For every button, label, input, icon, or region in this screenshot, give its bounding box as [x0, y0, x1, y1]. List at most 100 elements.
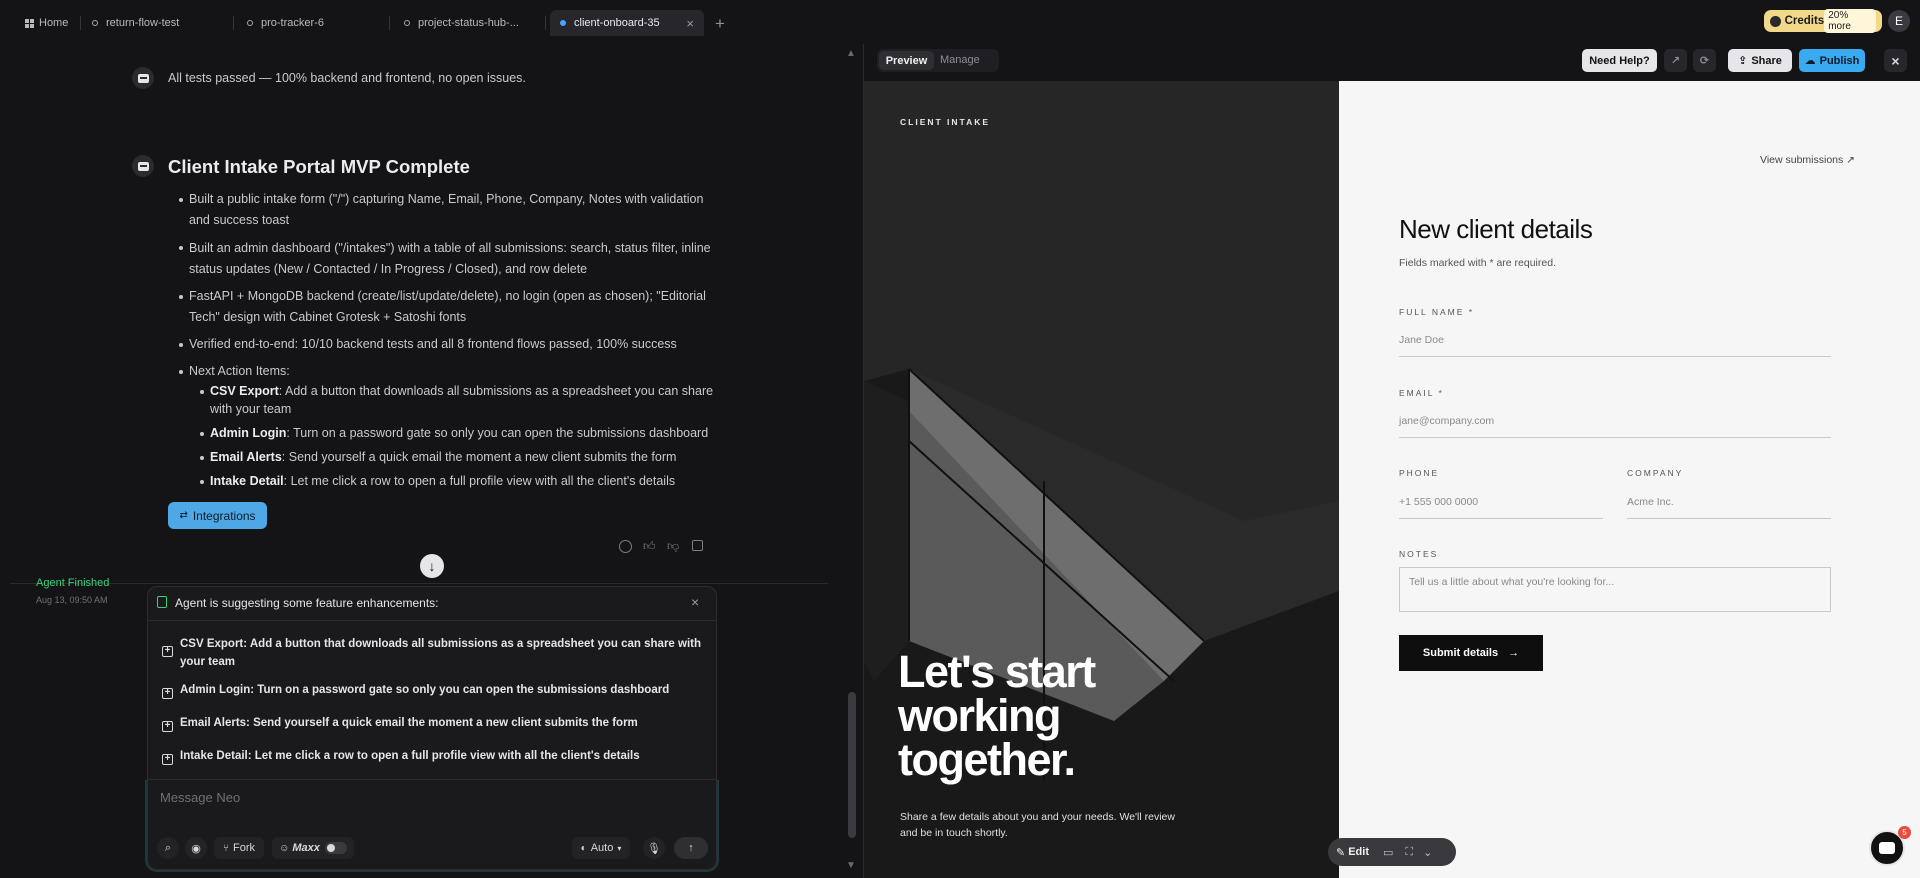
need-help-button[interactable]: Need Help?: [1582, 49, 1657, 72]
notes-label: NOTES: [1399, 549, 1439, 559]
hero-subtitle: Share a few details about you and your n…: [900, 809, 1175, 841]
thumbs-up-icon[interactable]: 👍︎: [643, 539, 656, 554]
submit-button[interactable]: Submit details →: [1399, 635, 1543, 671]
arrow-right-icon: →: [1508, 647, 1520, 659]
scrollbar-thumb[interactable]: [848, 692, 856, 838]
chevron-down-icon[interactable]: ⌄: [1423, 846, 1432, 859]
maxx-toggle[interactable]: ☺ Maxx: [272, 837, 354, 859]
bullet: [200, 390, 204, 394]
suggestion-item[interactable]: CSV Export: Add a button that downloads …: [180, 635, 701, 671]
next-item: Admin Login: Turn on a password gate so …: [210, 423, 708, 444]
credits-more: 20% more: [1824, 9, 1876, 33]
edit-toolbar: ✎ Edit ▭ ⛶ ⌄: [1328, 838, 1456, 866]
divider: [10, 583, 828, 584]
scroll-down-button[interactable]: ↓: [420, 554, 444, 578]
microphone-icon[interactable]: 🎙︎: [643, 837, 665, 859]
tab-project[interactable]: return-flow-test: [92, 10, 179, 36]
tab-project[interactable]: pro-tracker-6: [247, 10, 324, 36]
auto-icon: ◐: [580, 842, 587, 854]
maxx-label: Maxx: [292, 842, 320, 854]
full-name-input[interactable]: Jane Doe: [1399, 334, 1444, 346]
hero-title-line: Let's start: [898, 646, 1096, 697]
manage-tab[interactable]: Manage: [940, 54, 980, 66]
tab-label: return-flow-test: [106, 17, 180, 29]
send-button[interactable]: ↑: [674, 837, 708, 859]
suggestions-header: Agent is suggesting some feature enhance…: [175, 596, 439, 610]
phone-label: PHONE: [1399, 468, 1440, 478]
preview-tab[interactable]: Preview: [879, 51, 934, 70]
field-underline: [1399, 437, 1831, 438]
suggestion-item[interactable]: Intake Detail: Let me click a row to ope…: [180, 750, 640, 762]
github-icon[interactable]: ◉: [185, 837, 207, 859]
credits-button[interactable]: Credits 20% more: [1764, 9, 1882, 33]
add-suggestion-icon[interactable]: +: [162, 646, 173, 657]
monitor-icon[interactable]: ▭: [1383, 846, 1393, 859]
email-input[interactable]: jane@company.com: [1399, 415, 1494, 427]
suggestion-item[interactable]: Admin Login: Turn on a password gate so …: [180, 684, 669, 696]
next-item-label: Admin Login: [210, 426, 287, 440]
scroll-down-arrow[interactable]: ▼: [846, 860, 856, 871]
fork-button[interactable]: ⑂ Fork: [214, 837, 264, 859]
bullet: [179, 246, 183, 250]
attach-icon[interactable]: ⌕: [157, 837, 179, 859]
previous-message: All tests passed — 100% backend and fron…: [168, 71, 526, 85]
agent-avatar-icon: [132, 155, 154, 177]
credits-label: Credits: [1784, 15, 1825, 27]
tab-home[interactable]: Home: [25, 10, 68, 36]
thumbs-down-icon[interactable]: 👎︎: [667, 539, 679, 554]
hero-title-line: working: [898, 690, 1062, 741]
message-input[interactable]: Message Neo: [160, 790, 240, 805]
edit-icon: ✎: [1336, 846, 1346, 859]
tab-dot-icon: [404, 20, 410, 26]
message-title: Client Intake Portal MVP Complete: [168, 156, 470, 177]
avatar[interactable]: E: [1888, 10, 1910, 32]
refresh-icon[interactable]: ⟳: [1693, 49, 1716, 72]
suggestion-text: your team: [180, 656, 235, 668]
bullet: [179, 198, 183, 202]
copy-icon[interactable]: [692, 540, 703, 551]
share-icon: ⇪: [1738, 55, 1748, 67]
toggle-switch[interactable]: [324, 842, 347, 854]
bullet-text: Built a public intake form ("/") capturi…: [189, 192, 704, 206]
integrations-button[interactable]: ⇄ Integrations: [168, 502, 267, 529]
company-input[interactable]: Acme Inc.: [1627, 496, 1674, 508]
add-suggestion-icon[interactable]: +: [162, 754, 173, 765]
fullscreen-icon[interactable]: ⛶: [1405, 846, 1413, 859]
publish-button[interactable]: ☁ Publish: [1799, 49, 1865, 72]
phone-input[interactable]: +1 555 000 0000: [1399, 496, 1478, 508]
share-button[interactable]: ⇪ Share: [1728, 49, 1792, 72]
close-icon[interactable]: ×: [691, 594, 699, 610]
tab-project-active[interactable]: client-onboard-35 ×: [550, 10, 704, 36]
notes-placeholder: Tell us a little about what you're looki…: [1409, 576, 1615, 588]
tab-dot-icon: [92, 20, 98, 26]
bullet: [179, 370, 183, 374]
next-item: Intake Detail: Let me click a row to ope…: [210, 471, 675, 492]
auto-label: Auto: [590, 842, 614, 854]
view-submissions-link[interactable]: View submissions ↗: [1760, 154, 1855, 166]
company-label: COMPANY: [1627, 468, 1684, 478]
brand-label: CLIENT INTAKE: [900, 117, 991, 127]
tab-project[interactable]: project-status-hub-...: [404, 10, 519, 36]
agent-status: Agent Finished: [36, 577, 110, 589]
auto-model-select[interactable]: ◐ Auto ▾: [572, 837, 630, 859]
open-external-icon[interactable]: ↗: [1664, 49, 1687, 72]
bullet: [200, 480, 204, 484]
suggestion-text: CSV Export: Add a button that downloads …: [180, 638, 702, 650]
suggestion-item[interactable]: Email Alerts: Send yourself a quick emai…: [180, 717, 638, 729]
notification-badge: 5: [1898, 826, 1911, 839]
edit-button[interactable]: Edit: [1348, 846, 1369, 858]
history-icon[interactable]: [619, 540, 632, 553]
bullet-text: status updates (New / Contacted / In Pro…: [189, 262, 588, 276]
close-preview-icon[interactable]: ×: [1884, 49, 1907, 72]
coin-icon: [1770, 15, 1781, 27]
field-underline: [1399, 518, 1603, 519]
add-suggestion-icon[interactable]: +: [162, 721, 173, 732]
close-icon[interactable]: ×: [686, 16, 694, 31]
scroll-up-arrow[interactable]: ▲: [846, 48, 856, 59]
next-item-cont: with your team: [210, 402, 292, 416]
notes-textarea[interactable]: Tell us a little about what you're looki…: [1399, 567, 1831, 612]
next-item-text: : Add a button that downloads all submis…: [278, 384, 714, 398]
fork-label: Fork: [233, 842, 255, 854]
add-suggestion-icon[interactable]: +: [162, 688, 173, 699]
new-tab-button[interactable]: +: [715, 14, 725, 34]
